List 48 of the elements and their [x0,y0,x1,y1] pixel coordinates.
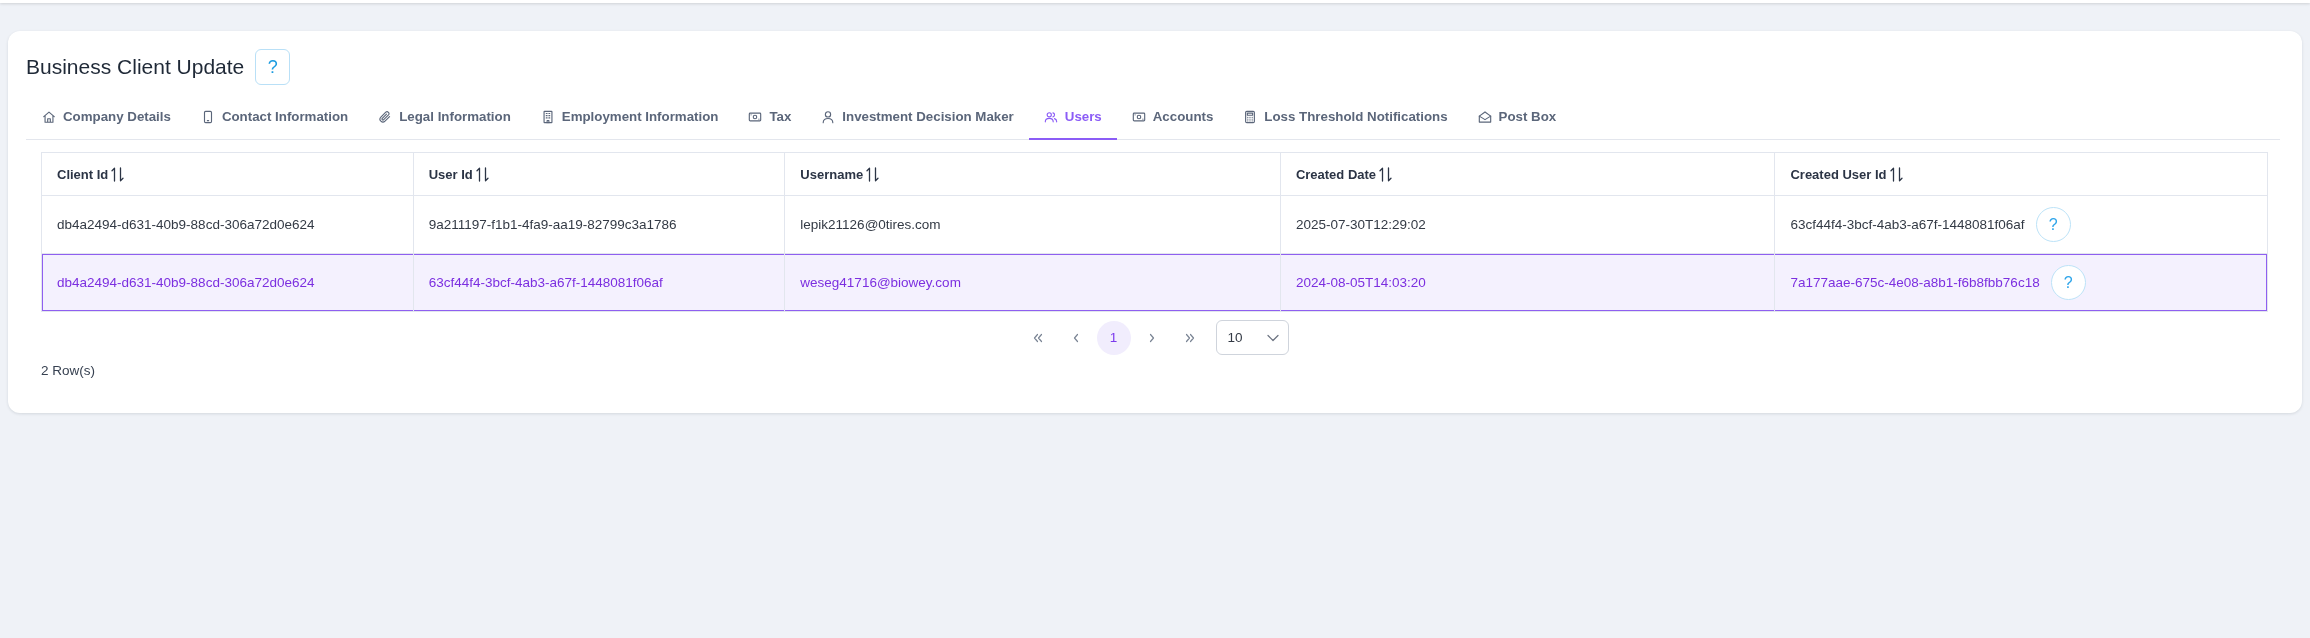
created-date: 2024-08-05T14:03:20 [1295,275,1426,290]
users-icon [1043,109,1058,124]
sort-icon[interactable] [111,166,125,182]
user-icon [821,109,836,124]
sort-icon[interactable] [866,166,880,182]
column-header: User Id [428,166,473,182]
tab[interactable]: Tax [733,95,807,140]
column-header: Created Date [1295,166,1377,182]
tab[interactable]: Loss Threshold Notifications [1228,95,1463,140]
tab[interactable]: Accounts [1116,95,1229,140]
sort-icon[interactable] [1889,166,1903,182]
banknote-icon [748,109,763,124]
tab[interactable]: Users [1028,95,1117,140]
page-title: Business Client Update [26,55,245,79]
paperclip-icon [378,109,393,124]
sort-icon[interactable] [1379,166,1393,182]
row-count: 2 Row(s) [41,363,95,378]
tab[interactable]: Company Details [26,95,186,140]
user-id: 9a211197-f1b1-4fa9-aa19-82799c3a1786 [428,217,677,232]
created-user-id: 63cf44f4-3bcf-4ab3-a67f-1448081f06af [1790,217,2025,232]
user-id: 63cf44f4-3bcf-4ab3-a67f-1448081f06af [428,275,663,290]
chevron-down-icon [1266,333,1279,342]
tab[interactable]: Employment Information [525,95,734,140]
column-header: Username [800,166,864,182]
double-chevron-left-icon [1031,331,1044,344]
page-size-select[interactable]: 10 [1215,320,1289,355]
column-header: Created User Id [1790,166,1887,182]
tab[interactable]: Contact Information [185,95,364,140]
banknote-icon [1131,109,1146,124]
username: lepik21126@0tires.com [800,217,941,232]
calculator-icon [1243,109,1258,124]
page-button[interactable]: 1 [1096,320,1131,355]
envelope-open-icon [1477,109,1492,124]
column-header: Client Id [57,166,109,182]
house-icon [42,109,56,124]
tab[interactable]: Legal Information [363,95,526,140]
double-chevron-right-icon [1183,331,1196,344]
client-id: db4a2494-d631-40b9-88cd-306a72d0e624 [57,275,315,290]
sort-icon[interactable] [475,166,489,182]
client-id: db4a2494-d631-40b9-88cd-306a72d0e624 [57,217,315,232]
created-user-id: 7a177aae-675c-4e08-a8b1-f6b8fbb76c18 [1790,275,2040,290]
created-date: 2025-07-30T12:29:02 [1295,217,1426,232]
username: weseg41716@biowey.com [800,275,961,290]
tab[interactable]: Post Box [1462,95,1572,140]
table-row[interactable]: db4a2494-d631-40b9-88cd-306a72d0e624 63cf44f4-3bcf-4ab3-a67f-1448081f06af weseg41716@biowey.com 2024-08-05T14:03:20 7a177aae-675c-4e08-a8b1-f6b8fbb76c18 ? [42,254,2267,311]
tab[interactable]: Investment Decision Maker [806,95,1029,140]
building-icon [540,109,555,124]
help-button[interactable]: ? [255,49,291,85]
